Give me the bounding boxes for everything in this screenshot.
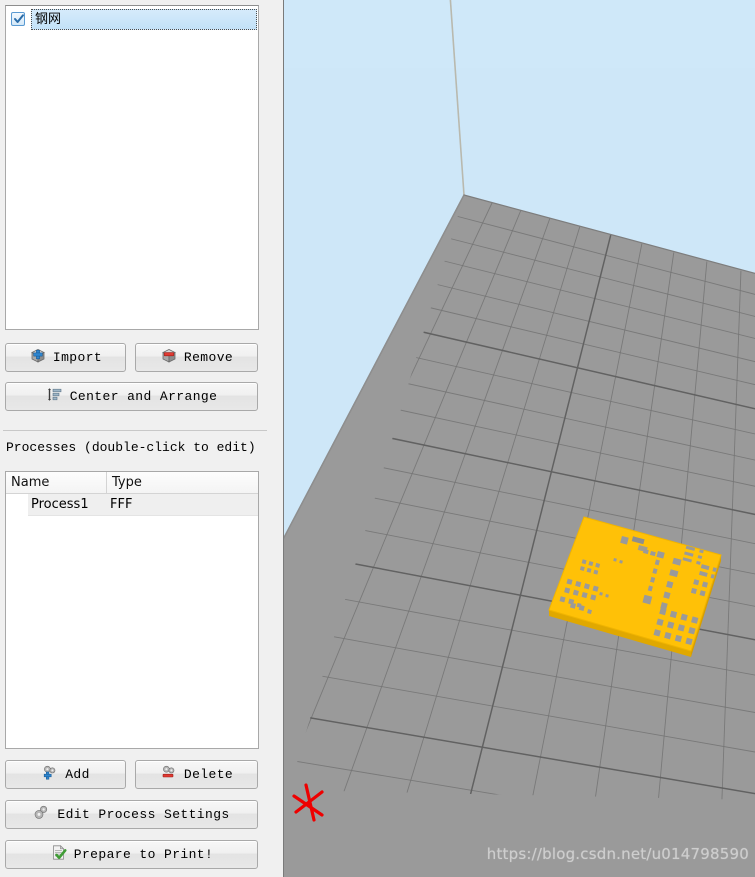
3d-scene[interactable] [284,0,755,877]
column-header-type[interactable]: Type [107,472,258,493]
process-type-cell: FFF [110,497,133,512]
table-header-row: Name Type [6,472,258,494]
import-button-label: Import [52,350,103,365]
processes-group: Processes (double-click to edit) Name Ty… [0,430,270,877]
prepare-to-print-button[interactable]: Prepare to Print! [5,840,258,869]
cube-minus-icon [160,347,178,369]
add-process-button[interactable]: Add [5,760,126,789]
edit-process-settings-button[interactable]: Edit Process Settings [5,800,258,829]
process-name-cell: Process1 [31,497,89,512]
application-window: 钢网 Import Remove Center and Arrange Proc… [0,0,755,877]
model-name-label: 钢网 [35,12,62,27]
edit-process-settings-button-label: Edit Process Settings [57,807,230,822]
center-and-arrange-button[interactable]: Center and Arrange [5,382,258,411]
import-button[interactable]: Import [5,343,126,372]
cube-plus-icon [29,347,47,369]
prepare-to-print-button-label: Prepare to Print! [73,847,214,862]
model-list[interactable]: 钢网 [5,5,259,330]
model-visibility-checkbox[interactable] [11,12,25,26]
column-header-name[interactable]: Name [6,472,107,493]
add-process-button-label: Add [65,767,90,782]
viewport-container: https://blog.csdn.net/u014798590 [270,0,755,877]
left-control-panel: 钢网 Import Remove Center and Arrange Proc… [0,0,270,877]
processes-table[interactable]: Name Type Process1 FFF [5,471,259,749]
delete-process-button[interactable]: Delete [135,760,258,789]
models-group: 钢网 Import Remove Center and Arrange [0,0,270,428]
delete-process-button-label: Delete [183,767,234,782]
remove-button[interactable]: Remove [135,343,258,372]
center-and-arrange-button-label: Center and Arrange [69,389,218,404]
list-item[interactable]: 钢网 [11,9,257,30]
gear-minus-icon [160,764,178,786]
document-check-icon [50,844,68,866]
center-arrange-icon [46,386,64,408]
processes-group-label: Processes (double-click to edit) [6,440,259,455]
table-row[interactable]: Process1 FFF [28,494,258,516]
remove-button-label: Remove [183,350,234,365]
gears-icon [33,804,51,826]
gear-plus-icon [41,764,59,786]
3d-viewport[interactable]: https://blog.csdn.net/u014798590 [283,0,755,877]
